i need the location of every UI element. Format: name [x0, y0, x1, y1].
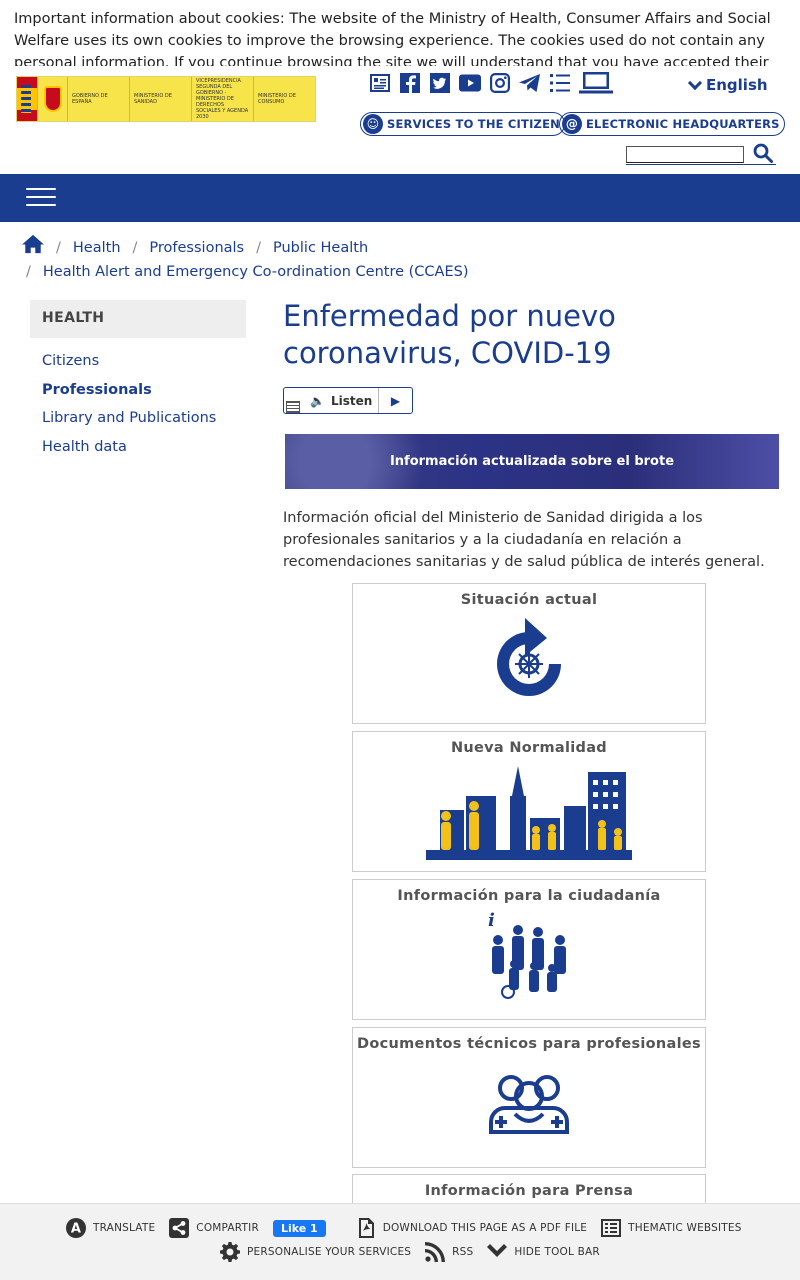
- cookie-banner: Important information about cookies: The…: [0, 0, 800, 66]
- card-informacion-ciudadania[interactable]: Información para la ciudadanía i: [352, 879, 706, 1020]
- card-title: Nueva Normalidad: [450, 740, 607, 756]
- electronic-headquarters-label: ELECTRONIC HEADQUARTERS: [586, 117, 780, 131]
- breadcrumb-ccaes[interactable]: Health Alert and Emergency Co-ordination…: [43, 261, 469, 283]
- card-title: Situación actual: [460, 592, 598, 608]
- speaker-icon: 🔈: [310, 393, 325, 408]
- pdf-file-icon: [356, 1218, 376, 1238]
- gear-icon: [220, 1242, 240, 1262]
- chevron-down-icon: [487, 1242, 508, 1262]
- sidebar-item-citizens[interactable]: Citizens: [42, 353, 99, 369]
- logo-cell-derechos-sociales: Vicepresidencia Segunda del Gobierno · M…: [191, 77, 253, 121]
- breadcrumb: / Health / Professionals / Public Health…: [22, 234, 782, 283]
- rss-label: RSS: [452, 1246, 474, 1258]
- facebook-icon[interactable]: [398, 70, 422, 96]
- sidebar-heading: HEALTH: [30, 300, 246, 338]
- coat-of-arms-icon: [37, 77, 67, 121]
- pdf-icon[interactable]: [368, 70, 392, 96]
- home-icon[interactable]: [22, 234, 44, 261]
- translate-label: TRANSLATE: [93, 1222, 156, 1234]
- rss-icon: [425, 1242, 446, 1262]
- electronic-headquarters-button[interactable]: @ ELECTRONIC HEADQUARTERS: [559, 112, 785, 136]
- cookie-banner-text: Important information about cookies: The…: [14, 11, 771, 66]
- card-title: Información para Prensa: [424, 1183, 634, 1199]
- refresh-virus-icon: [497, 618, 561, 696]
- thematic-websites-button[interactable]: THEMATIC WEBSITES: [601, 1218, 741, 1238]
- card-title: Documentos técnicos para profesionales: [357, 1036, 701, 1052]
- search-icon: [753, 143, 773, 163]
- hide-toolbar-button[interactable]: HIDE TOOL BAR: [487, 1242, 600, 1262]
- tool-bar: a TRANSLATE COMPARTIR Like 1 DOWNLOAD TH…: [0, 1203, 800, 1280]
- language-label: English: [706, 76, 768, 94]
- sidebar-item-health-data[interactable]: Health data: [42, 439, 127, 455]
- translate-icon: a: [66, 1218, 86, 1238]
- main-navbar: [0, 174, 800, 222]
- at-sign-icon: @: [562, 114, 582, 134]
- breadcrumb-public-health[interactable]: Public Health: [273, 237, 368, 259]
- hide-toolbar-label: HIDE TOOL BAR: [514, 1246, 600, 1258]
- breadcrumb-professionals[interactable]: Professionals: [149, 237, 244, 259]
- spain-flag-icon: [17, 77, 37, 121]
- share-icon: [169, 1218, 190, 1238]
- medical-team-icon: [489, 1075, 569, 1134]
- youtube-icon[interactable]: [458, 70, 482, 96]
- instagram-icon[interactable]: [488, 70, 512, 96]
- logo-cell-sanidad: Ministerio de Sanidad: [129, 77, 191, 121]
- svg-text:a: a: [71, 1222, 81, 1237]
- telegram-icon[interactable]: [518, 70, 542, 96]
- family-info-icon: i: [488, 910, 566, 999]
- sidebar-menu: Citizens Professionals Library and Publi…: [42, 350, 216, 464]
- thematic-websites-label: THEMATIC WEBSITES: [628, 1222, 742, 1234]
- logo-cell-gobierno: Gobierno de España: [67, 77, 129, 121]
- personalise-services-label: PERSONALISE YOUR SERVICES: [247, 1246, 412, 1258]
- twitter-icon[interactable]: [428, 70, 452, 96]
- svg-text:i: i: [488, 910, 495, 931]
- intro-text: Información oficial del Ministerio de Sa…: [283, 510, 765, 570]
- sidebar-item-library[interactable]: Library and Publications: [42, 410, 216, 426]
- outbreak-banner[interactable]: Información actualizada sobre el brote: [285, 434, 779, 489]
- citizen-services-icon: ☺: [363, 114, 383, 134]
- site-header: Gobierno de España Ministerio de Sanidad…: [0, 66, 800, 174]
- search-button[interactable]: [750, 141, 776, 165]
- download-pdf-label: DOWNLOAD THIS PAGE AS A PDF FILE: [382, 1222, 588, 1234]
- listen-label: Listen: [330, 393, 373, 408]
- search-underline: [626, 164, 776, 165]
- logo-cell-consumo: Ministerio de Consumo: [253, 77, 315, 121]
- services-to-citizen-label: SERVICES TO THE CITIZEN: [387, 117, 560, 131]
- translate-button[interactable]: a TRANSLATE: [66, 1218, 155, 1238]
- personalise-services-button[interactable]: PERSONALISE YOUR SERVICES: [220, 1242, 411, 1262]
- social-links: [368, 70, 614, 96]
- listen-button[interactable]: 🔈 Listen ▶: [283, 387, 413, 414]
- language-selector[interactable]: English: [687, 75, 768, 94]
- search-input[interactable]: [626, 146, 744, 163]
- outbreak-banner-text: Información actualizada sobre el brote: [389, 454, 675, 469]
- share-button[interactable]: COMPARTIR: [169, 1218, 259, 1238]
- card-title: Información para la ciudadanía: [397, 888, 661, 904]
- list-icon: [601, 1218, 622, 1238]
- facebook-like-button[interactable]: Like 1: [272, 1219, 326, 1237]
- sidebar-item-professionals[interactable]: Professionals: [42, 382, 152, 398]
- download-pdf-button[interactable]: DOWNLOAD THIS PAGE AS A PDF FILE: [356, 1218, 587, 1238]
- list-icon[interactable]: [548, 70, 572, 96]
- play-icon[interactable]: ▶: [378, 388, 412, 413]
- card-nueva-normalidad[interactable]: Nueva Normalidad: [352, 731, 706, 872]
- menu-icon[interactable]: [286, 400, 300, 413]
- government-logo[interactable]: Gobierno de España Ministerio de Sanidad…: [16, 76, 316, 122]
- city-people-icon: [426, 766, 632, 860]
- laptop-icon[interactable]: [578, 70, 614, 96]
- chevron-down-icon: [687, 75, 703, 90]
- page-title: Enfermedad por nuevo coronavirus, COVID-…: [283, 299, 616, 370]
- breadcrumb-health[interactable]: Health: [73, 237, 121, 259]
- services-to-citizen-button[interactable]: ☺ SERVICES TO THE CITIZEN: [360, 112, 565, 136]
- share-label: COMPARTIR: [196, 1222, 259, 1234]
- card-situacion-actual[interactable]: Situación actual: [352, 583, 706, 724]
- card-documentos-tecnicos[interactable]: Documentos técnicos para profesionales: [352, 1027, 706, 1168]
- hamburger-menu-icon[interactable]: [26, 188, 56, 208]
- rss-button[interactable]: RSS: [425, 1242, 473, 1262]
